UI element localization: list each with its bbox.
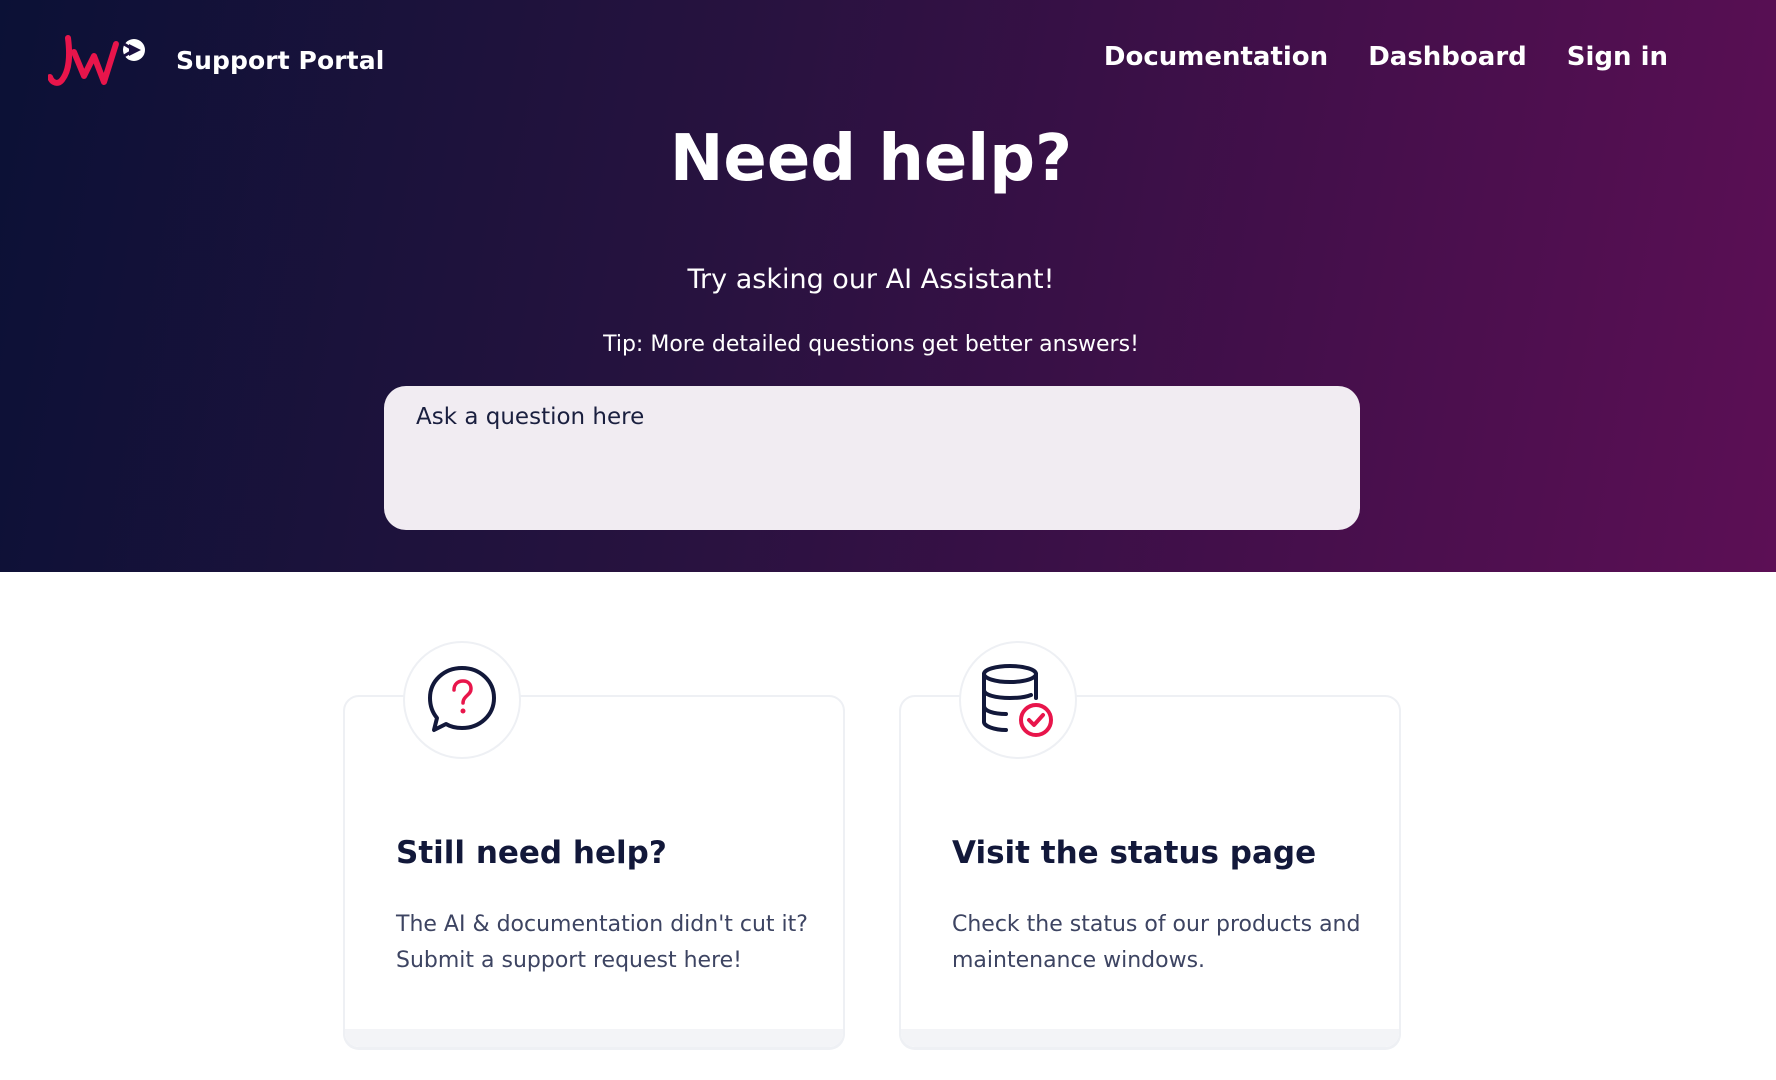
card-description: The AI & documentation didn't cut it? Su… — [396, 907, 816, 979]
database-check-icon — [982, 664, 1053, 737]
top-nav: Documentation Dashboard Sign in — [1104, 42, 1668, 72]
ask-question-placeholder: Ask a question here — [416, 404, 645, 430]
card-description-line: Check the status of our products and — [952, 912, 1361, 937]
status-page-card[interactable]: Visit the status page Check the status o… — [899, 641, 1401, 1049]
card-title: Still need help? — [396, 835, 667, 871]
card-icon-circle — [959, 641, 1077, 759]
hero-section: Support Portal Documentation Dashboard S… — [0, 0, 1776, 572]
card-footer — [901, 1029, 1399, 1047]
card-footer — [345, 1029, 843, 1047]
ask-question-input[interactable]: Ask a question here — [384, 386, 1360, 530]
card-icon-circle — [403, 641, 521, 759]
brand-title: Support Portal — [176, 45, 385, 75]
card-description-line: maintenance windows. — [952, 948, 1206, 973]
nav-documentation[interactable]: Documentation — [1104, 42, 1328, 72]
card-description-line: Submit a support request here! — [396, 948, 742, 973]
hero-title: Need help? — [669, 122, 1073, 196]
card-description-line: The AI & documentation didn't cut it? — [396, 912, 808, 937]
brand[interactable]: Support Portal — [48, 30, 384, 90]
question-chat-icon — [428, 666, 496, 732]
card-title: Visit the status page — [952, 835, 1317, 871]
support-request-card[interactable]: Still need help? The AI & documentation … — [343, 641, 845, 1049]
jw-logo-icon — [48, 35, 145, 86]
card-description: Check the status of our products and mai… — [952, 907, 1372, 979]
nav-dashboard[interactable]: Dashboard — [1368, 42, 1527, 72]
hero-subtitle: Try asking our AI Assistant! — [687, 264, 1055, 295]
hero-tip: Tip: More detailed questions get better … — [603, 332, 1139, 357]
nav-sign-in[interactable]: Sign in — [1567, 42, 1668, 72]
